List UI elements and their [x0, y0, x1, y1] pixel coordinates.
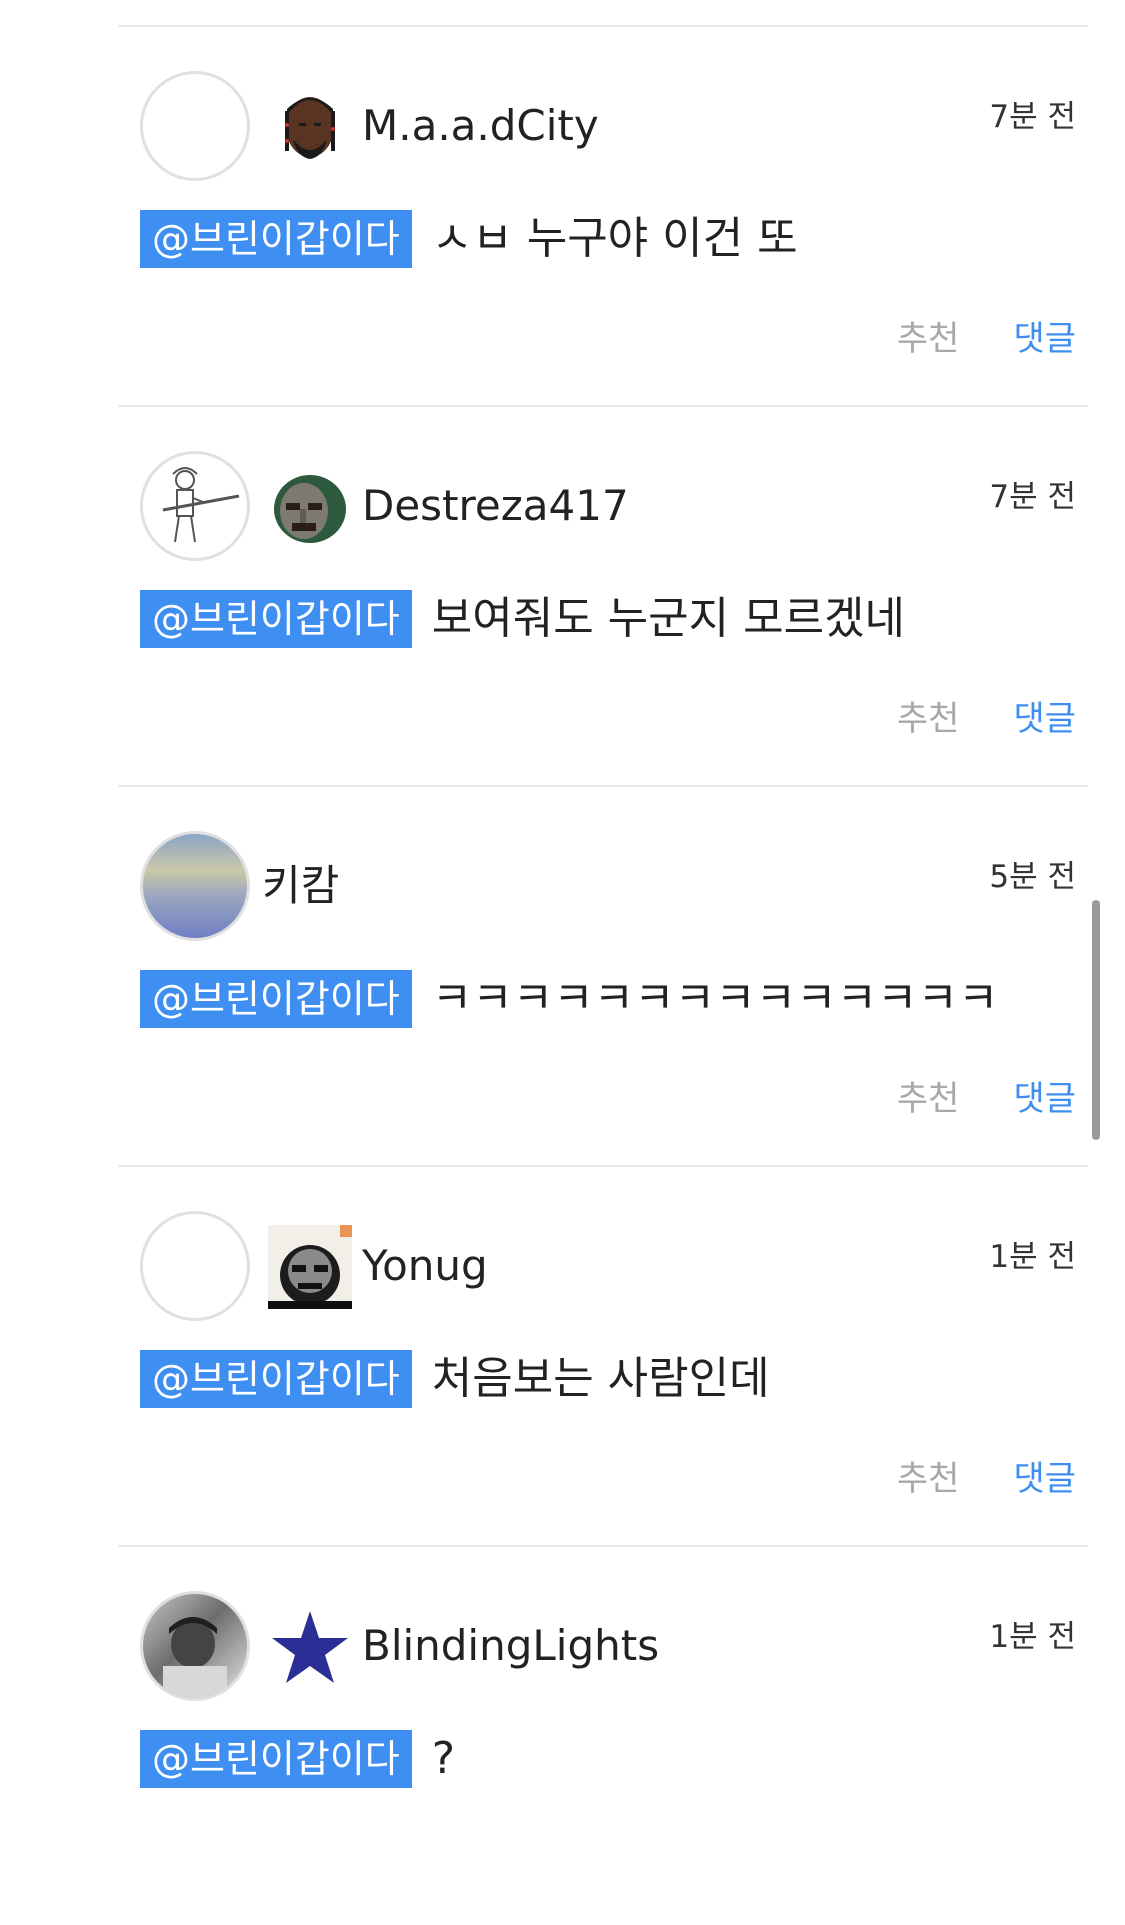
metal-mask-icon — [266, 463, 354, 551]
mention-tag[interactable]: @브린이갑이다 — [140, 970, 412, 1028]
comment-item: M.a.a.dCity 7분 전 @브린이갑이다 ㅅㅂ 누구야 이건 또 추천 … — [118, 25, 1088, 405]
timestamp: 7분 전 — [989, 99, 1076, 135]
comment-body: @브린이갑이다 보여줘도 누군지 모르겠네 — [140, 590, 905, 648]
star-icon — [266, 1603, 354, 1691]
user-avatar[interactable] — [140, 71, 250, 181]
comment-text: ㅅㅂ 누구야 이건 또 — [431, 213, 798, 264]
comment-text: ? — [431, 1733, 456, 1784]
album-cover-icon — [266, 1223, 354, 1311]
comment-actions: 추천 댓글 — [897, 697, 1076, 741]
timestamp: 1분 전 — [989, 1239, 1076, 1275]
timestamp: 7분 전 — [989, 479, 1076, 515]
username[interactable]: Yonug — [362, 1239, 488, 1293]
photo-avatar — [163, 1617, 227, 1698]
comment-actions: 추천 댓글 — [897, 1457, 1076, 1501]
mention-tag[interactable]: @브린이갑이다 — [140, 1730, 412, 1788]
username[interactable]: Destreza417 — [362, 479, 629, 533]
user-avatar[interactable] — [140, 1211, 250, 1321]
comment-body: @브린이갑이다 ㅋㅋㅋㅋㅋㅋㅋㅋㅋㅋㅋㅋㅋㅋ — [140, 970, 999, 1028]
username[interactable]: BlindingLights — [362, 1619, 659, 1673]
username[interactable]: 키캄 — [262, 859, 339, 913]
mention-tag[interactable]: @브린이갑이다 — [140, 590, 412, 648]
comment-text: ㅋㅋㅋㅋㅋㅋㅋㅋㅋㅋㅋㅋㅋㅋ — [431, 973, 999, 1024]
soldier-sketch-avatar — [162, 467, 240, 543]
comment-body: @브린이갑이다 처음보는 사람인데 — [140, 1350, 770, 1408]
comment-text: 보여줘도 누군지 모르겠네 — [431, 593, 906, 644]
comment-item: 키캄 5분 전 @브린이갑이다 ㅋㅋㅋㅋㅋㅋㅋㅋㅋㅋㅋㅋㅋㅋ 추천 댓글 — [118, 785, 1088, 1165]
scrollbar[interactable] — [1092, 900, 1100, 1140]
recommend-button[interactable]: 추천 — [897, 317, 960, 361]
reply-button[interactable]: 댓글 — [1013, 1457, 1076, 1501]
comment-item: Yonug 1분 전 @브린이갑이다 처음보는 사람인데 추천 댓글 — [118, 1165, 1088, 1545]
comment-item: BlindingLights 1분 전 @브린이갑이다 ? — [118, 1545, 1088, 1925]
username[interactable]: M.a.a.dCity — [362, 99, 599, 153]
reply-button[interactable]: 댓글 — [1013, 317, 1076, 361]
timestamp: 5분 전 — [989, 859, 1076, 895]
comment-actions: 추천 댓글 — [897, 317, 1076, 361]
recommend-button[interactable]: 추천 — [897, 1077, 960, 1121]
user-avatar[interactable] — [140, 831, 250, 941]
comment-actions: 추천 댓글 — [897, 1077, 1076, 1121]
timestamp: 1분 전 — [989, 1619, 1076, 1655]
comment-item: Destreza417 7분 전 @브린이갑이다 보여줘도 누군지 모르겠네 추… — [118, 405, 1088, 785]
user-avatar[interactable] — [140, 451, 250, 561]
recommend-button[interactable]: 추천 — [897, 1457, 960, 1501]
rapper-portrait-icon — [266, 83, 354, 171]
comment-text: 처음보는 사람인데 — [431, 1353, 770, 1404]
reply-button[interactable]: 댓글 — [1013, 1077, 1076, 1121]
mention-tag[interactable]: @브린이갑이다 — [140, 210, 412, 268]
user-avatar[interactable] — [140, 1591, 250, 1701]
reply-button[interactable]: 댓글 — [1013, 697, 1076, 741]
mention-tag[interactable]: @브린이갑이다 — [140, 1350, 412, 1408]
comment-body: @브린이갑이다 ㅅㅂ 누구야 이건 또 — [140, 210, 798, 268]
comment-body: @브린이갑이다 ? — [140, 1730, 455, 1788]
comment-feed: M.a.a.dCity 7분 전 @브린이갑이다 ㅅㅂ 누구야 이건 또 추천 … — [118, 0, 1088, 1925]
recommend-button[interactable]: 추천 — [897, 697, 960, 741]
